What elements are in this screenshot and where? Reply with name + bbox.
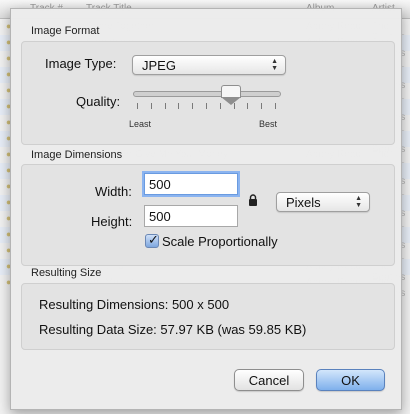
checkmark-icon: ✓ [148, 232, 159, 247]
resulting-dimensions-text: Resulting Dimensions: 500 x 500 [39, 297, 230, 312]
resulting-size-title: Resulting Size [31, 267, 102, 279]
width-label: Width: [95, 184, 132, 199]
quality-slider-track[interactable] [133, 91, 281, 97]
slider-tick [206, 103, 207, 109]
height-field[interactable]: 500 [144, 205, 238, 227]
slider-tick [247, 103, 249, 109]
lock-icon[interactable] [248, 193, 258, 206]
image-format-title: Image Format [31, 25, 100, 37]
image-dimensions-title: Image Dimensions [31, 149, 123, 161]
image-type-popup[interactable]: JPEG ▲ ▼ [132, 55, 286, 75]
export-image-dialog: Image Format Image Type: JPEG ▲ ▼ Quality… [10, 8, 402, 410]
slider-tick [275, 103, 276, 109]
resulting-size-group: Resulting Dimensions: 500 x 500 Resultin… [21, 283, 395, 350]
cancel-button[interactable]: Cancel [234, 369, 304, 391]
scale-proportionally-checkbox[interactable]: ✓ [145, 232, 159, 248]
units-value: Pixels [286, 195, 321, 210]
units-popup[interactable]: Pixels ▲ ▼ [276, 192, 370, 212]
slider-tick [164, 103, 166, 109]
slider-tick [261, 103, 263, 109]
image-type-value: JPEG [142, 58, 176, 73]
resulting-data-size-text: Resulting Data Size: 57.97 KB (was 59.85… [39, 322, 307, 337]
height-label: Height: [91, 214, 133, 229]
slider-tick [150, 103, 152, 109]
popup-arrows-icon: ▲ ▼ [271, 58, 278, 72]
popup-arrows-icon: ▲ ▼ [355, 195, 362, 209]
quality-least-label: Least [129, 119, 152, 129]
quality-label: Quality: [76, 94, 121, 109]
slider-tick [192, 103, 194, 109]
slider-tick [137, 103, 138, 109]
ok-button[interactable]: OK [316, 369, 385, 391]
width-field[interactable]: 500 [144, 173, 238, 195]
scale-proportionally-label[interactable]: Scale Proportionally [162, 234, 278, 249]
quality-best-label: Best [259, 119, 278, 129]
image-type-label: Image Type: [45, 56, 117, 71]
slider-tick [178, 103, 180, 109]
